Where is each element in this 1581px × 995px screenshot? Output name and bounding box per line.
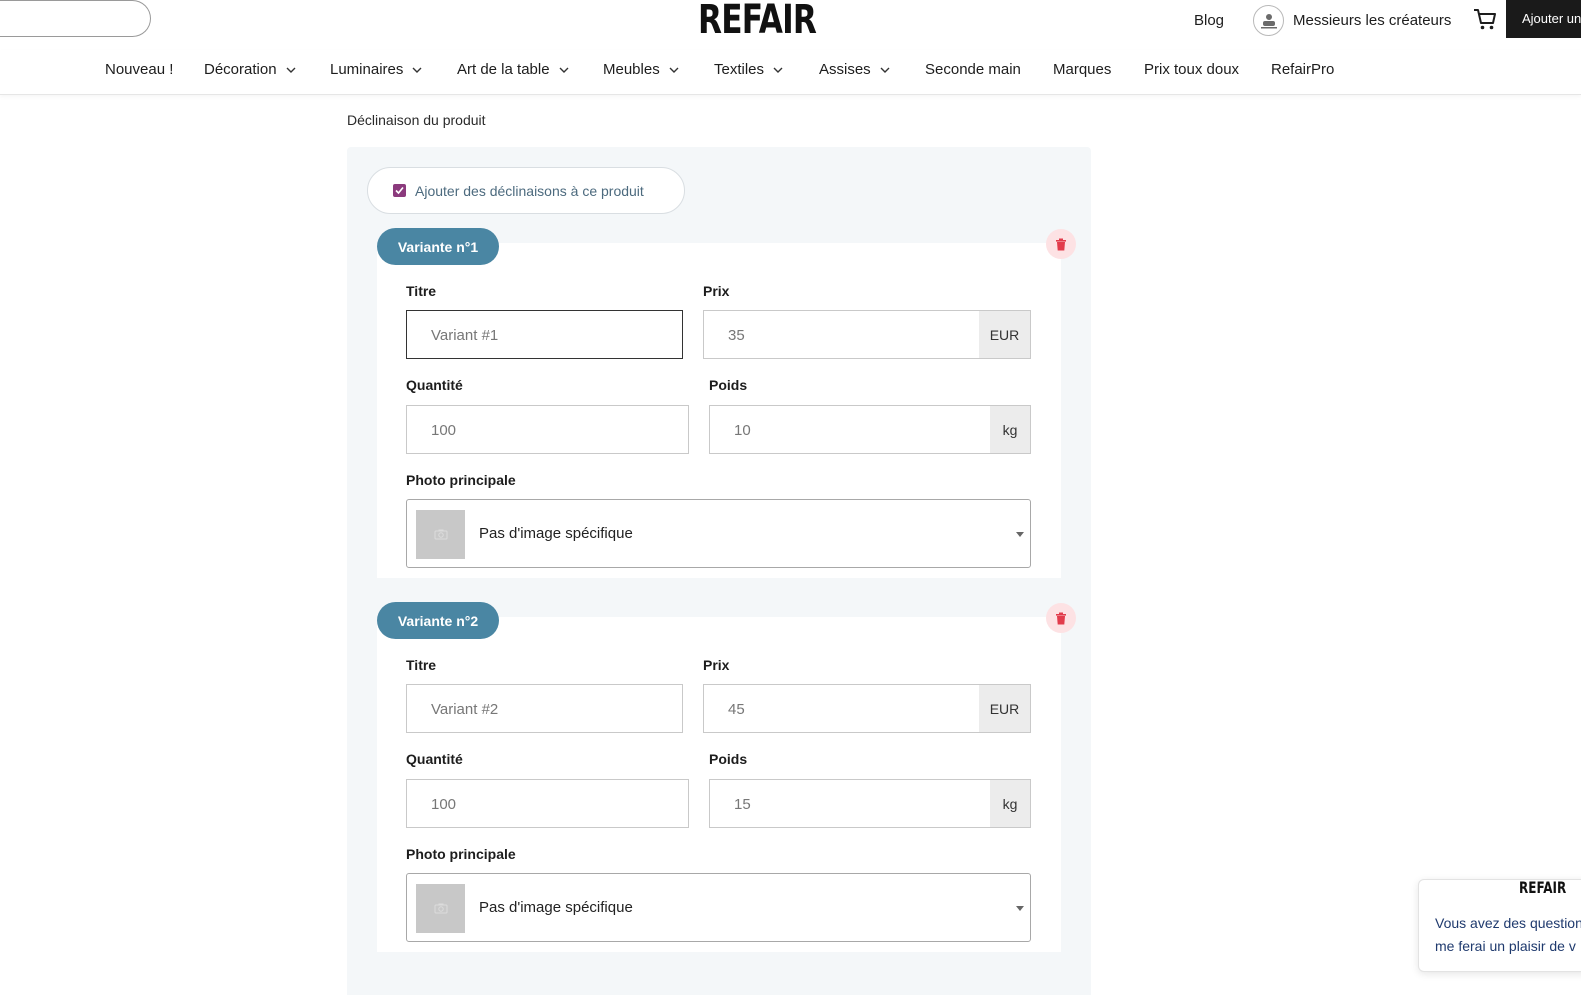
nav-item-label: Art de la table [457,61,550,78]
chevron-down-icon [286,67,296,73]
nav-item-textiles[interactable]: Textiles [714,61,783,78]
title-label: Titre [406,657,437,673]
nav-item-label: Nouveau ! [105,61,174,78]
title-label: Titre [406,283,437,299]
quantity-input[interactable]: 100 [406,779,689,828]
avatar [1253,5,1284,36]
site-logo[interactable]: REFAIR [698,0,817,42]
delete-variant-button[interactable] [1046,229,1076,259]
photo-select-value: Pas d'image spécifique [479,899,633,916]
checkmark-icon [395,186,404,195]
price-label: Prix [703,283,730,299]
photo-select-value: Pas d'image spécifique [479,525,633,542]
delete-variant-button[interactable] [1046,603,1076,633]
nav-item-label: Décoration [204,61,277,78]
chevron-down-icon [559,67,569,73]
nav-item-luminaires[interactable]: Luminaires [330,61,422,78]
nav-item-assises[interactable]: Assises [819,61,890,78]
cart-icon[interactable] [1472,6,1498,32]
chevron-down-icon [669,67,679,73]
price-input[interactable]: 35 [703,310,980,359]
chat-logo: REFAIR [1519,879,1567,897]
quantity-input[interactable]: 100 [406,405,689,454]
variant-title-input[interactable]: Variant #2 [406,684,683,733]
nav-item-seconde-main[interactable]: Seconde main [925,61,1021,78]
account-menu[interactable]: Messieurs les créateurs [1253,5,1451,36]
nav-item-label: Assises [819,61,871,78]
nav-item-nouveau[interactable]: Nouveau ! [105,61,173,78]
photo-thumbnail [416,510,465,559]
avatar-illustration-icon [1260,13,1277,28]
nav-item-decoration[interactable]: Décoration [204,61,296,78]
weight-label: Poids [709,377,748,393]
nav-item-label: Prix toux doux [1144,61,1240,78]
chevron-down-icon [773,67,783,73]
add-variants-checkbox[interactable] [393,184,406,197]
add-product-button[interactable]: Ajouter un [1506,0,1581,38]
trash-icon [1056,612,1066,624]
photo-label: Photo principale [406,846,516,862]
chat-message: Vous avez des questions me ferai un plai… [1435,912,1581,958]
photo-thumbnail [416,884,465,933]
dropdown-caret-icon [1016,532,1024,537]
nav-item-label: Textiles [714,61,765,78]
variant-badge: Variante n°1 [377,228,499,265]
chat-widget[interactable]: REFAIR Vous avez des questions me ferai … [1418,879,1581,972]
dropdown-caret-icon [1016,906,1024,911]
photo-select[interactable]: Pas d'image spécifique [406,499,1031,568]
add-variants-label: Ajouter des déclinaisons à ce produit [415,182,644,199]
nav-item-prix-toux-doux[interactable]: Prix toux doux [1144,61,1239,78]
nav-item-refairpro[interactable]: RefairPro [1271,61,1334,78]
add-variants-toggle[interactable]: Ajouter des déclinaisons à ce produit [367,167,685,214]
photo-label: Photo principale [406,472,516,488]
quantity-label: Quantité [406,377,463,393]
camera-icon [434,529,447,540]
quantity-label: Quantité [406,751,463,767]
chevron-down-icon [880,67,890,73]
nav-item-label: Luminaires [330,61,404,78]
currency-addon: EUR [979,310,1031,359]
price-label: Prix [703,657,730,673]
chat-message-line: Vous avez des questions [1435,915,1581,931]
account-name: Messieurs les créateurs [1293,12,1452,29]
variant-badge: Variante n°2 [377,602,499,639]
photo-select[interactable]: Pas d'image spécifique [406,873,1031,942]
section-title: Déclinaison du produit [347,112,486,128]
currency-addon: EUR [979,684,1031,733]
nav-item-label: Seconde main [925,61,1021,78]
weight-unit-addon: kg [990,405,1031,454]
variant-title-input[interactable]: Variant #1 [406,310,683,359]
search-field[interactable] [0,0,151,37]
camera-icon [434,903,447,914]
nav-item-label: Marques [1053,61,1112,78]
main-nav: Nouveau ! Décoration Luminaires Art de l… [0,50,1581,95]
price-input[interactable]: 45 [703,684,980,733]
weight-label: Poids [709,751,748,767]
blog-link[interactable]: Blog [1194,12,1224,29]
weight-input[interactable]: 10 [709,405,991,454]
nav-item-art-de-la-table[interactable]: Art de la table [457,61,569,78]
nav-item-meubles[interactable]: Meubles [603,61,679,78]
nav-item-label: Meubles [603,61,660,78]
chevron-down-icon [412,67,422,73]
weight-unit-addon: kg [990,779,1031,828]
chat-message-line: me ferai un plaisir de v [1435,938,1576,954]
nav-item-label: RefairPro [1271,61,1335,78]
trash-icon [1056,238,1066,250]
nav-item-marques[interactable]: Marques [1053,61,1111,78]
weight-input[interactable]: 15 [709,779,991,828]
